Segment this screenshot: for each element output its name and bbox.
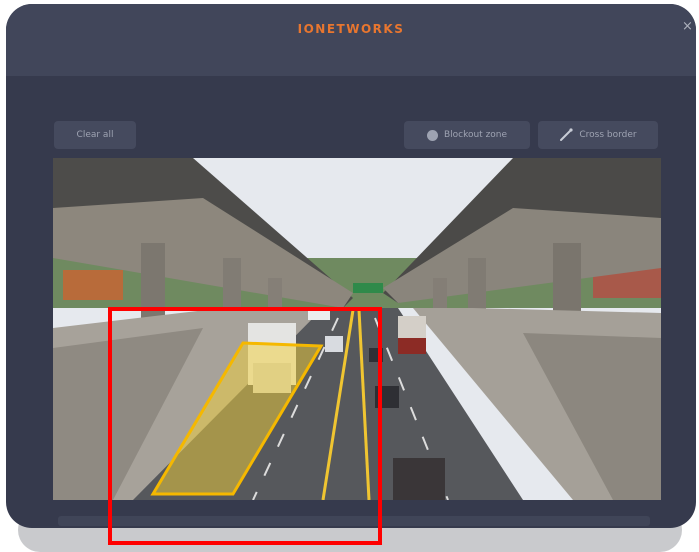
brand-logo: IONETWORKS	[297, 22, 405, 36]
close-icon[interactable]: ×	[682, 20, 696, 34]
annotation-highlight-box	[108, 307, 382, 545]
modal-header: IONETWORKS ×	[6, 4, 696, 76]
blockout-zone-button[interactable]: Blockout zone	[404, 121, 530, 149]
blockout-zone-label: Blockout zone	[443, 130, 508, 140]
diagonal-line-icon	[559, 128, 573, 142]
clear-all-label: Clear all	[76, 130, 114, 140]
cross-border-button[interactable]: Cross border	[538, 121, 658, 149]
clear-all-button[interactable]: Clear all	[54, 121, 136, 149]
cross-border-label: Cross border	[579, 130, 637, 140]
circle-icon	[426, 129, 438, 141]
